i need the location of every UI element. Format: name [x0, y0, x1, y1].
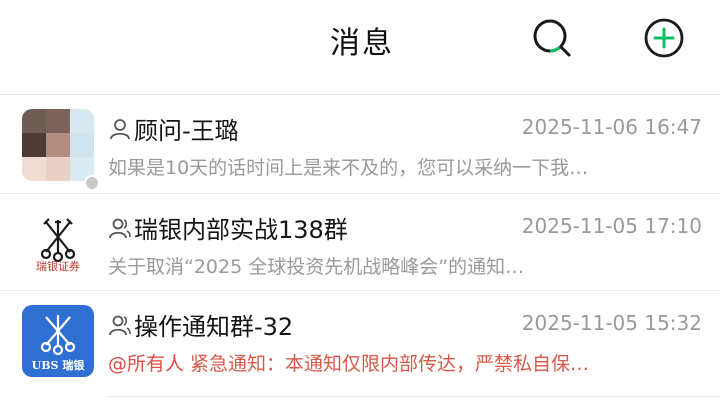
avatar: UBS 瑞银 [22, 305, 94, 377]
conversation-time: 2025-11-05 15:32 [521, 311, 702, 335]
conversation-row[interactable]: UBS 瑞银 操作通知群-32 2025-11-05 15:32 @所有人 紧急… [0, 290, 720, 397]
header: 消息 [0, 0, 720, 95]
group-icon [109, 218, 131, 239]
preview-text: 紧急通知：本通知仅限内部传达，严禁私自保… [184, 353, 590, 375]
plus-circle-icon [644, 18, 684, 58]
search-button[interactable] [530, 16, 574, 60]
status-dot [84, 175, 100, 191]
conversation-row[interactable]: 顾问-王璐 2025-11-06 16:47 如果是10天的话时间上是来不及的，… [0, 95, 720, 191]
add-button[interactable] [642, 16, 686, 60]
conversation-time: 2025-11-06 16:47 [521, 115, 702, 139]
conversation-name: 瑞银内部实战138群 [134, 216, 348, 244]
avatar-caption: 瑞银证券 [36, 260, 80, 273]
conversation-name: 操作通知群-32 [134, 313, 294, 341]
conversation-time: 2025-11-05 17:10 [521, 214, 702, 238]
conversation-preview: 如果是10天的话时间上是来不及的，您可以采纳一下我… [108, 157, 589, 179]
group-icon [109, 315, 131, 336]
conversation-preview: @所有人 紧急通知：本通知仅限内部传达，严禁私自保… [108, 349, 648, 376]
search-icon [533, 19, 571, 57]
conversation-name: 顾问-王璐 [134, 117, 239, 145]
mention-tag: @所有人 [108, 353, 185, 375]
conversation-row[interactable]: 瑞银证券 瑞银内部实战138群 2025-11-05 17:10 关于取消“20… [0, 193, 720, 290]
avatar [22, 109, 94, 181]
avatar-caption: UBS 瑞银 [31, 359, 85, 372]
avatar: 瑞银证券 [22, 208, 94, 280]
user-icon [110, 119, 130, 140]
conversation-preview: 关于取消“2025 全球投资先机战略峰会”的通知… [108, 256, 525, 278]
page-title: 消息 [330, 26, 394, 61]
